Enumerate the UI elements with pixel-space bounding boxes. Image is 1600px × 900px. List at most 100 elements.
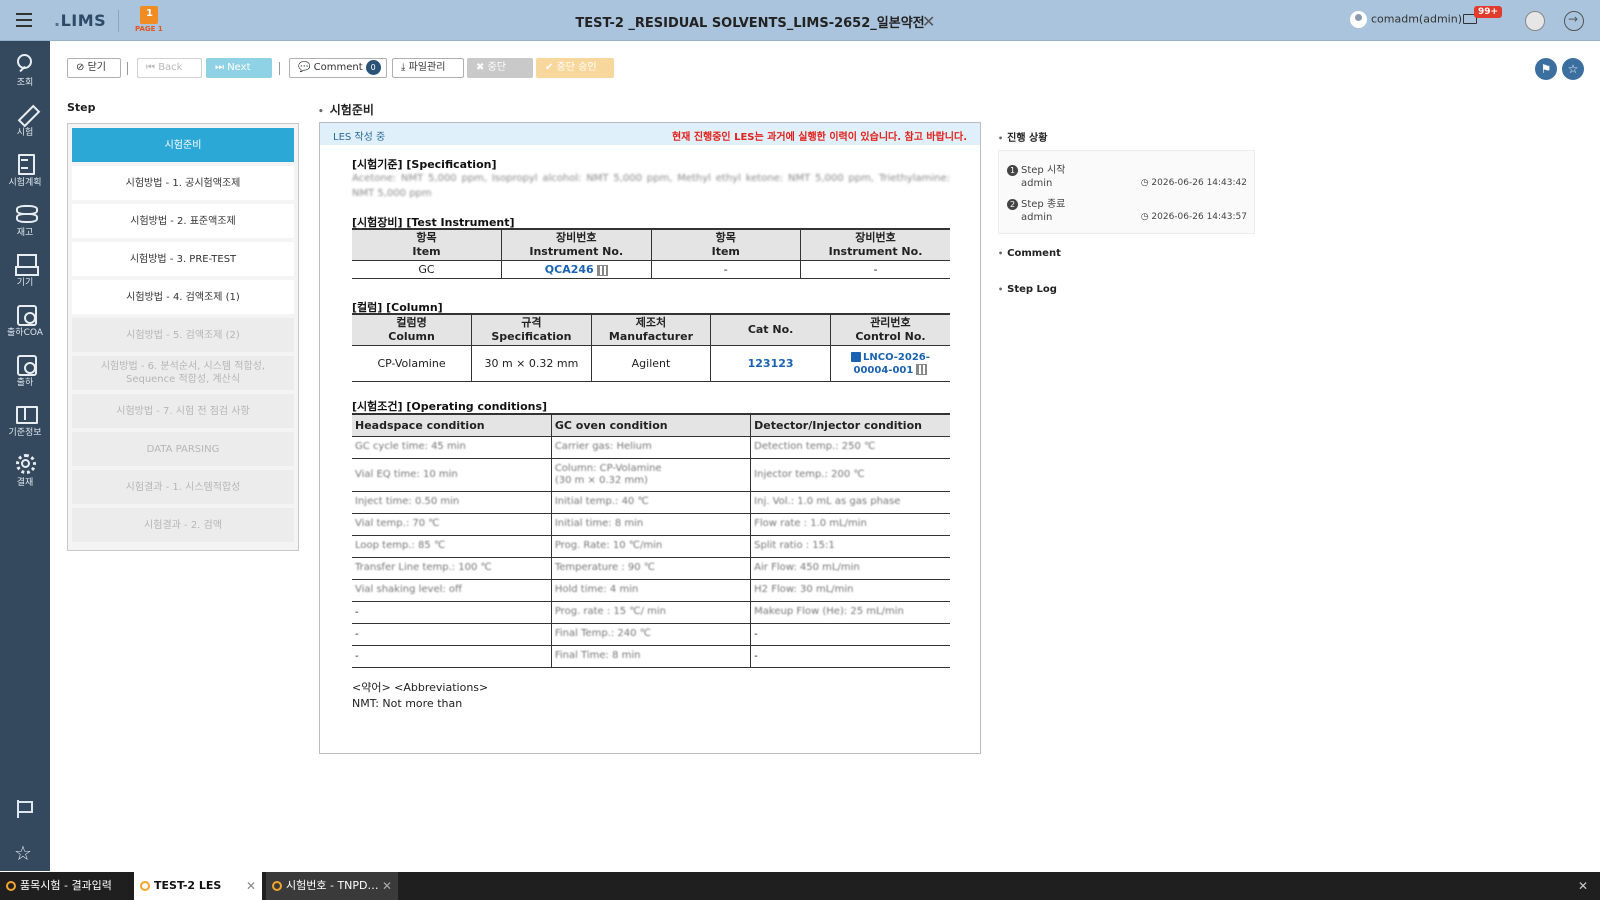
favorite-star-button[interactable]: ☆ <box>1562 58 1584 80</box>
step-next-icon: ⏭ <box>215 62 228 73</box>
step-item[interactable]: 시험준비 <box>72 128 294 162</box>
abbreviations-text: NMT: Not more than <box>352 697 463 710</box>
column-header: 장비번호 Instrument No. <box>800 228 950 261</box>
table-row: Vial EQ time: 10 min Column: CP-Volamine … <box>352 458 950 492</box>
step-item[interactable]: 시험방법 - 7. 시험 전 점검 사항 <box>72 394 294 428</box>
operating-conditions-table: Headspace condition GC oven condition De… <box>352 413 950 668</box>
sidebar-item-coa[interactable]: 출하COA <box>0 295 50 343</box>
document-title: TEST-2 _RESIDUAL SOLVENTS_LIMS-2652_일본약전 <box>575 16 925 31</box>
sidebar-item-test-plan[interactable]: 시험계획 <box>0 145 50 193</box>
qr-code-icon[interactable] <box>916 364 928 375</box>
step-item[interactable]: DATA PARSING <box>72 432 294 466</box>
spec-text: Acetone: NMT 5,000 ppm, Isopropyl alcoho… <box>352 173 950 199</box>
close-button[interactable]: ⊘ 닫기 <box>67 58 121 78</box>
sidebar-item-search[interactable]: 조회 <box>0 45 50 93</box>
next-button[interactable]: ⏭ Next <box>206 58 272 78</box>
bottom-tab[interactable]: 품목시험 - 결과입력 <box>0 872 132 900</box>
close-document-icon[interactable]: ✕ <box>922 12 935 31</box>
step-title: Step <box>67 101 96 114</box>
step-back-icon: ⏮ <box>146 62 159 73</box>
stop-icon: ✖ <box>476 62 488 73</box>
step-item[interactable]: 시험방법 - 6. 분석순서, 시스템 적합성, Sequence 적합성, 계… <box>72 356 294 390</box>
column-header: 제조처 Manufacturer <box>590 313 711 346</box>
comment-button[interactable]: 💬 Comment 0 <box>289 58 387 78</box>
table-cell: - <box>800 260 950 279</box>
clock-time: 2026-06-26 14:43:57 <box>1141 211 1247 224</box>
comment-count-badge: 0 <box>365 59 381 75</box>
flag-round-button[interactable]: ⚑ <box>1535 58 1557 80</box>
cat-no-link[interactable]: 123123 <box>748 357 794 370</box>
step-item[interactable]: 시험방법 - 4. 검액조제 (1) <box>72 280 294 314</box>
step-item[interactable]: 시험방법 - 5. 검액조제 (2) <box>72 318 294 352</box>
history-warning: 현재 진행중인 LES는 과거에 실행한 이력이 있습니다. 참고 바랍니다. <box>671 132 967 143</box>
comment-icon: 💬 <box>298 62 314 73</box>
table-cell: Final Temp.: 240 ℃ <box>554 628 651 639</box>
comment-section-toggle[interactable]: Comment <box>998 248 1061 259</box>
progress-title: 진행 상황 <box>998 129 1047 144</box>
device-icon <box>14 253 39 276</box>
table-cell: - <box>355 606 359 618</box>
step-list: 시험준비 시험방법 - 1. 공시험액조제 시험방법 - 2. 표준액조제 시험… <box>67 123 299 551</box>
step-item[interactable]: 시험방법 - 1. 공시험액조제 <box>72 166 294 200</box>
section-title: 시험준비 <box>318 101 374 118</box>
stop-button[interactable]: ✖ 중단 <box>467 58 533 78</box>
sidebar-item-test[interactable]: 시험 <box>0 95 50 143</box>
close-tab-icon[interactable]: ✕ <box>246 872 256 900</box>
table-row: - Prog. rate : 15 ℃/ min Makeup Flow (He):… <box>352 601 950 624</box>
instrument-link[interactable]: QCA246 <box>545 263 594 276</box>
sidebar-item-master-data[interactable]: 기준정보 <box>0 395 50 443</box>
back-button[interactable]: ⏮ Back <box>137 58 202 78</box>
tab-icon <box>6 881 16 891</box>
table-cell: Detection temp.: 250 ℃ <box>754 441 876 452</box>
user-name: comadm(admin) <box>1371 12 1462 26</box>
sidebar-item-inventory[interactable]: 재고 <box>0 195 50 243</box>
profile-image[interactable] <box>1525 11 1545 31</box>
tab-icon <box>140 881 150 891</box>
bottom-tab-active[interactable]: TEST-2 LES ✕ <box>134 872 262 900</box>
step-item[interactable]: 시험방법 - 3. PRE-TEST <box>72 242 294 276</box>
table-cell: Injector temp.: 200 ℃ <box>754 468 865 480</box>
user-account[interactable]: comadm(admin) <box>1350 11 1462 28</box>
document-header: LES 작성 중 현재 진행중인 LES는 과거에 실행한 이력이 있습니다. … <box>320 123 980 145</box>
table-row: - Final Time: 8 min - <box>352 645 950 668</box>
step-item[interactable]: 시험결과 - 2. 검액 <box>72 508 294 542</box>
table-cell: LNCO-2026-00004-001 <box>829 345 950 382</box>
file-management-button[interactable]: ⤓ 파일관리 <box>392 58 464 78</box>
table-cell: - <box>355 628 359 640</box>
step-item[interactable]: 시험방법 - 2. 표준액조제 <box>72 204 294 238</box>
table-cell: GC cycle time: 45 min <box>355 441 466 452</box>
star-icon[interactable]: ☆ <box>14 841 32 865</box>
flag-icon[interactable] <box>15 799 35 819</box>
ban-icon: ⊘ <box>76 62 88 73</box>
sidebar-item-approval[interactable]: 결재 <box>0 445 50 493</box>
table-row: Vial shaking level: off Hold time: 4 min H… <box>352 579 950 602</box>
logout-icon[interactable] <box>1564 11 1584 31</box>
sidebar-item-device[interactable]: 기기 <box>0 245 50 293</box>
coa-icon <box>14 303 37 326</box>
table-cell: - <box>355 650 359 662</box>
stop-approve-button[interactable]: ✔ 중단 승인 <box>536 58 614 78</box>
clock-time: 2026-06-26 14:43:42 <box>1141 177 1247 190</box>
abbreviations-title: <약어> <Abbreviations> <box>352 681 489 694</box>
table-row: CP-Volamine 30 m × 0.32 mm Agilent 12312… <box>352 345 950 382</box>
column-header: Headspace condition <box>352 413 552 437</box>
close-all-tabs-icon[interactable]: ✕ <box>1578 879 1588 893</box>
bottom-tab[interactable]: 시험번호 - TNPD… ✕ <box>266 872 398 900</box>
check-circle-icon: ✔ <box>545 62 557 73</box>
step-item[interactable]: 시험결과 - 1. 시스템적합성 <box>72 470 294 504</box>
qr-code-icon[interactable] <box>596 264 608 276</box>
external-link-icon[interactable] <box>850 351 861 362</box>
status-text: LES 작성 중 <box>333 132 386 143</box>
progress-row: 2Step 종료 admin 2026-06-26 14:43:57 <box>1007 198 1247 224</box>
close-tab-icon[interactable]: ✕ <box>382 872 392 900</box>
abbreviations: <약어> <Abbreviations> NMT: Not more than <box>352 680 488 712</box>
table-cell: Agilent <box>590 345 711 382</box>
spec-label: [시험기준] [Specification] <box>352 158 497 171</box>
column-header: 규격 Specification <box>471 313 592 346</box>
document-icon <box>14 153 36 175</box>
column-header: Detector/Injector condition <box>750 413 950 437</box>
table-cell: Loop temp.: 85 ℃ <box>355 540 446 551</box>
sidebar-item-shipping[interactable]: 출하 <box>0 345 50 393</box>
column-header: 항목 Item <box>650 228 801 261</box>
step-log-section-toggle[interactable]: Step Log <box>998 284 1057 295</box>
